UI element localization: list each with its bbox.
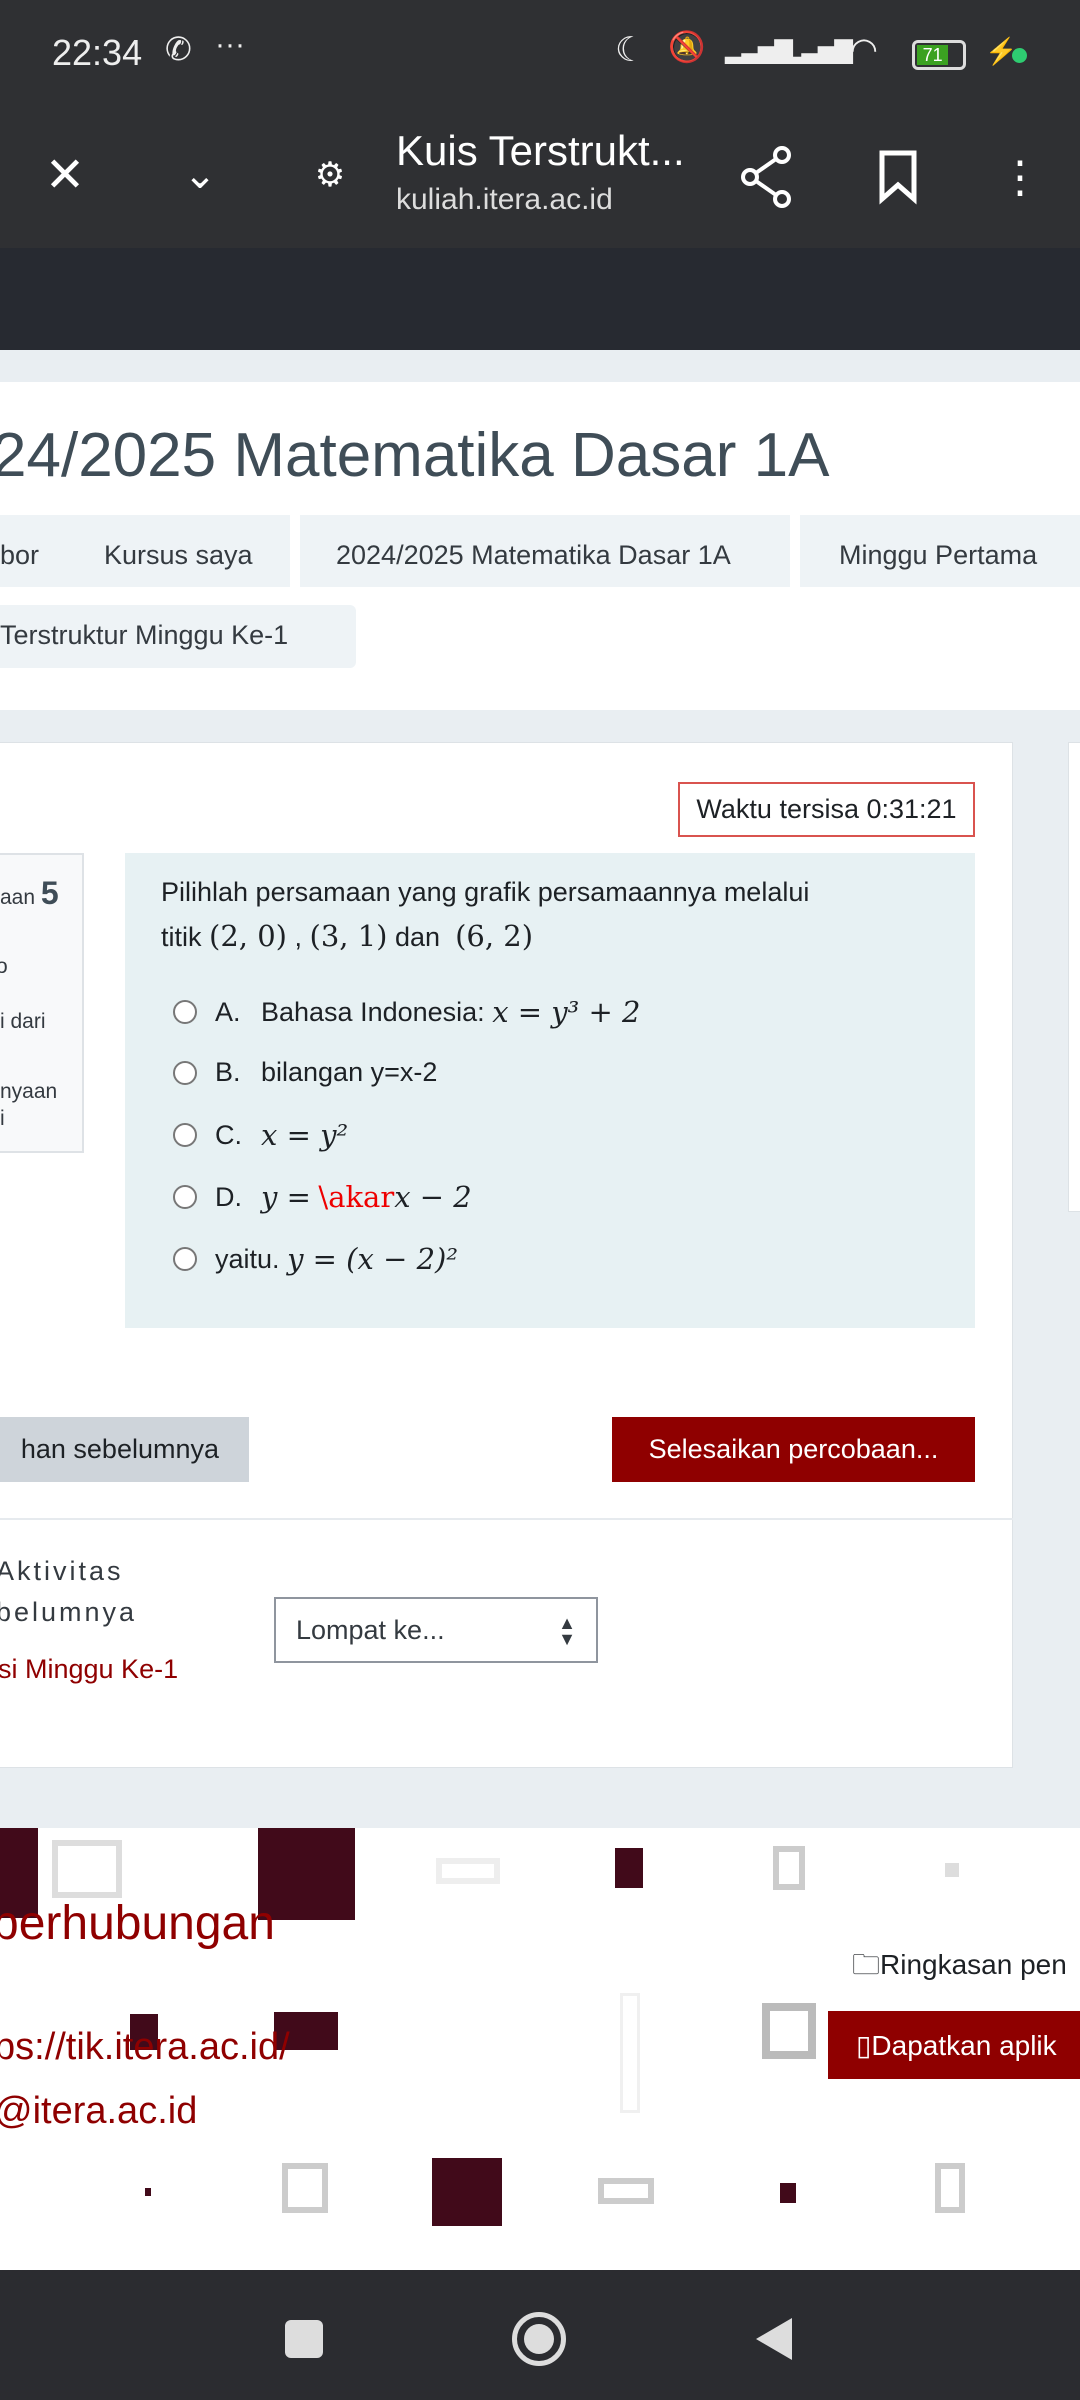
battery-icon: 71 xyxy=(912,40,966,70)
option-b[interactable]: B. bilangan y=x-2 xyxy=(173,1057,437,1088)
jump-to-select[interactable]: Lompat ke... ▲ ▼ xyxy=(274,1597,598,1663)
question-points: titik (2, 0) , (3, 1) dan (6, 2) xyxy=(161,919,534,953)
browser-toolbar: ✕ ⌄ ⚙ Kuis Terstrukt... kuliah.itera.ac.… xyxy=(0,115,1080,248)
close-icon[interactable]: ✕ xyxy=(40,145,90,205)
breadcrumb-item[interactable]: bor xyxy=(0,540,53,571)
moon-icon: ☾ xyxy=(615,31,646,69)
signal-icon: ▂▃▅▇ xyxy=(725,37,793,64)
footer-contact-heading: berhubungan xyxy=(0,1897,275,1950)
latex-error: \akar xyxy=(318,1180,395,1214)
mute-icon: 🔕 xyxy=(668,31,706,64)
recents-icon[interactable] xyxy=(285,2320,323,2358)
option-c[interactable]: C. x = y² xyxy=(173,1118,348,1152)
question-info: aan 5 o i dari nyaan i xyxy=(0,853,84,1153)
breadcrumb-item[interactable]: Kursus saya xyxy=(90,540,267,571)
phone-icon: ▯ xyxy=(856,2030,872,2061)
radio-button[interactable] xyxy=(173,1060,197,1085)
previous-activity-label: Aktivitas xyxy=(0,1556,124,1586)
bookmark-icon[interactable] xyxy=(878,149,918,205)
page-navbar xyxy=(0,248,1080,350)
signal-icon-2: ▂▃▅▇ xyxy=(785,37,853,64)
data-summary-link[interactable]: 🗀Ringkasan pen xyxy=(852,1944,1067,1992)
info-mark: i dari xyxy=(0,1010,46,1033)
android-nav-bar xyxy=(0,2270,1080,2400)
footer-website-link[interactable]: ps://tik.itera.ac.id/ xyxy=(0,2026,290,2069)
get-mobile-app-button[interactable]: ▯Dapatkan aplik xyxy=(828,2011,1080,2079)
course-title: 24/2025 Matematika Dasar 1A xyxy=(0,421,830,490)
info-status: o xyxy=(0,955,8,979)
more-notifications-icon: ··· xyxy=(215,28,245,61)
question-text: Pilihlah persamaan yang grafik persamaan… xyxy=(161,877,810,907)
site-settings-icon[interactable]: ⚙ xyxy=(300,145,360,205)
question-number: 5 xyxy=(40,875,59,911)
back-icon[interactable] xyxy=(752,2316,794,2362)
footer: berhubungan ps://tik.itera.ac.id/ @itera… xyxy=(0,1828,1080,2270)
previous-page-button[interactable]: han sebelumnya xyxy=(0,1417,249,1482)
call-icon: ✆ xyxy=(165,31,192,67)
previous-activity-link[interactable]: si Minggu Ke-1 xyxy=(0,1654,178,1685)
green-dot-icon xyxy=(1012,48,1027,63)
option-d[interactable]: D. y = \akar x − 2 xyxy=(173,1180,472,1214)
divider xyxy=(0,1518,1013,1520)
radio-button[interactable] xyxy=(173,1185,197,1209)
flag-question[interactable]: nyaan xyxy=(0,1080,57,1104)
folder-icon: 🗀 xyxy=(852,1949,881,1980)
info-extra: i xyxy=(0,1107,5,1130)
share-icon[interactable] xyxy=(738,145,794,209)
select-arrows-icon: ▲ ▼ xyxy=(558,1613,576,1649)
url-text[interactable]: kuliah.itera.ac.id xyxy=(396,183,613,217)
status-bar: 22:34 ✆ ··· ☾ 🔕 ▂▃▅▇ ▂▃▅▇ ◠ 71 ⚡ xyxy=(0,0,1080,115)
chevron-down-icon[interactable]: ⌄ xyxy=(170,145,230,205)
breadcrumb-item-current[interactable]: Terstruktur Minggu Ke-1 xyxy=(0,620,302,651)
option-e[interactable]: yaitu. y = (x − 2)² xyxy=(173,1242,458,1276)
footer-email-link[interactable]: @itera.ac.id xyxy=(0,2090,197,2133)
option-a[interactable]: A. Bahasa Indonesia: x = y³ + 2 xyxy=(173,995,641,1029)
finish-attempt-button[interactable]: Selesaikan percobaan... xyxy=(612,1417,975,1482)
question-label: aan xyxy=(0,886,36,909)
radio-button[interactable] xyxy=(173,1000,197,1024)
radio-button[interactable] xyxy=(173,1123,197,1147)
clock: 22:34 xyxy=(52,32,143,73)
wifi-icon: ◠ xyxy=(850,31,878,67)
timer: Waktu tersisa 0:31:21 xyxy=(678,782,975,837)
page-title: Kuis Terstrukt... xyxy=(396,127,685,174)
side-block xyxy=(1068,742,1080,1212)
radio-button[interactable] xyxy=(173,1247,197,1271)
breadcrumb-item[interactable]: 2024/2025 Matematika Dasar 1A xyxy=(322,540,745,571)
more-options-icon[interactable]: ⋮ xyxy=(998,145,1042,209)
home-icon[interactable] xyxy=(512,2312,566,2366)
previous-activity-label-2: belumnya xyxy=(0,1597,138,1627)
breadcrumb-item[interactable]: Minggu Pertama xyxy=(825,540,1051,571)
